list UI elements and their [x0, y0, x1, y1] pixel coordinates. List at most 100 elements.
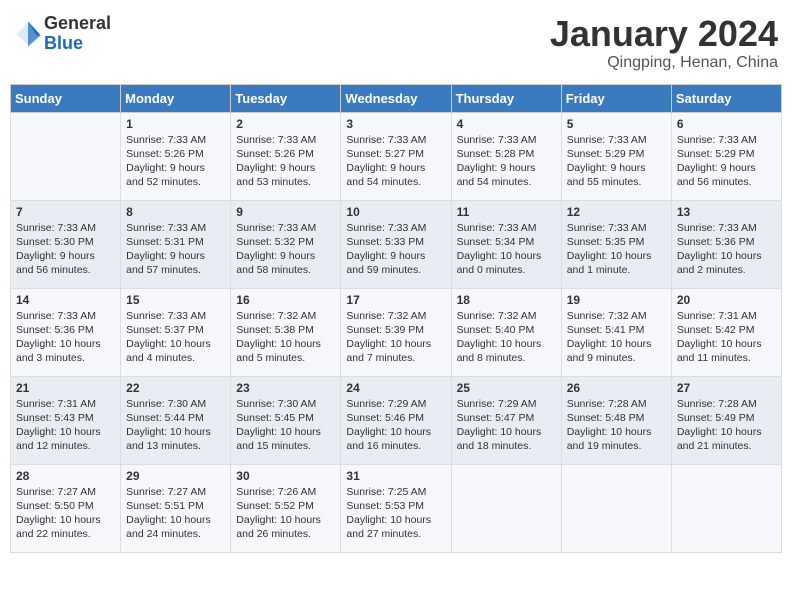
calendar-day-cell: 31 Sunrise: 7:25 AM Sunset: 5:53 PM Dayli… [341, 464, 451, 552]
day-number: 16 [236, 293, 335, 307]
weekday-header: Saturday [671, 84, 781, 112]
calendar-day-cell: 27 Sunrise: 7:28 AM Sunset: 5:49 PM Dayli… [671, 376, 781, 464]
calendar-day-cell: 13 Sunrise: 7:33 AM Sunset: 5:36 PM Dayli… [671, 200, 781, 288]
calendar-day-cell: 12 Sunrise: 7:33 AM Sunset: 5:35 PM Dayli… [561, 200, 671, 288]
day-info: Sunrise: 7:33 AM Sunset: 5:35 PM Dayligh… [567, 221, 666, 278]
day-number: 29 [126, 469, 225, 483]
day-info: Sunrise: 7:33 AM Sunset: 5:31 PM Dayligh… [126, 221, 225, 278]
day-info: Sunrise: 7:32 AM Sunset: 5:41 PM Dayligh… [567, 309, 666, 366]
day-info: Sunrise: 7:31 AM Sunset: 5:42 PM Dayligh… [677, 309, 776, 366]
calendar-day-cell: 5 Sunrise: 7:33 AM Sunset: 5:29 PM Daylig… [561, 112, 671, 200]
day-number: 14 [16, 293, 115, 307]
day-number: 5 [567, 117, 666, 131]
day-number: 22 [126, 381, 225, 395]
day-info: Sunrise: 7:28 AM Sunset: 5:49 PM Dayligh… [677, 397, 776, 454]
logo-text: General Blue [44, 14, 111, 54]
day-number: 24 [346, 381, 445, 395]
calendar-day-cell: 4 Sunrise: 7:33 AM Sunset: 5:28 PM Daylig… [451, 112, 561, 200]
day-number: 9 [236, 205, 335, 219]
calendar-day-cell: 10 Sunrise: 7:33 AM Sunset: 5:33 PM Dayli… [341, 200, 451, 288]
calendar-day-cell [561, 464, 671, 552]
title-area: January 2024 Qingping, Henan, China [550, 14, 778, 72]
calendar-day-cell: 6 Sunrise: 7:33 AM Sunset: 5:29 PM Daylig… [671, 112, 781, 200]
calendar-day-cell: 15 Sunrise: 7:33 AM Sunset: 5:37 PM Dayli… [121, 288, 231, 376]
calendar-day-cell: 29 Sunrise: 7:27 AM Sunset: 5:51 PM Dayli… [121, 464, 231, 552]
calendar-day-cell: 23Sunrise: 7:30 AM Sunset: 5:45 PM Dayli… [231, 376, 341, 464]
day-number: 3 [346, 117, 445, 131]
day-number: 15 [126, 293, 225, 307]
calendar-day-cell: 8Sunrise: 7:33 AM Sunset: 5:31 PM Daylig… [121, 200, 231, 288]
day-number: 21 [16, 381, 115, 395]
day-info: Sunrise: 7:27 AM Sunset: 5:51 PM Dayligh… [126, 485, 225, 542]
calendar-day-cell: 24Sunrise: 7:29 AM Sunset: 5:46 PM Dayli… [341, 376, 451, 464]
calendar-day-cell: 21 Sunrise: 7:31 AM Sunset: 5:43 PM Dayli… [11, 376, 121, 464]
day-info: Sunrise: 7:33 AM Sunset: 5:36 PM Dayligh… [16, 309, 115, 366]
day-number: 7 [16, 205, 115, 219]
day-info: Sunrise: 7:33 AM Sunset: 5:29 PM Dayligh… [567, 133, 666, 190]
day-info: Sunrise: 7:33 AM Sunset: 5:37 PM Dayligh… [126, 309, 225, 366]
day-info: Sunrise: 7:31 AM Sunset: 5:43 PM Dayligh… [16, 397, 115, 454]
day-info: Sunrise: 7:27 AM Sunset: 5:50 PM Dayligh… [16, 485, 115, 542]
day-number: 26 [567, 381, 666, 395]
day-info: Sunrise: 7:28 AM Sunset: 5:48 PM Dayligh… [567, 397, 666, 454]
day-info: Sunrise: 7:33 AM Sunset: 5:33 PM Dayligh… [346, 221, 445, 278]
weekday-header: Tuesday [231, 84, 341, 112]
calendar-day-cell [451, 464, 561, 552]
day-number: 17 [346, 293, 445, 307]
day-info: Sunrise: 7:33 AM Sunset: 5:34 PM Dayligh… [457, 221, 556, 278]
calendar-day-cell [671, 464, 781, 552]
day-info: Sunrise: 7:33 AM Sunset: 5:29 PM Dayligh… [677, 133, 776, 190]
day-info: Sunrise: 7:33 AM Sunset: 5:36 PM Dayligh… [677, 221, 776, 278]
calendar-day-cell: 25Sunrise: 7:29 AM Sunset: 5:47 PM Dayli… [451, 376, 561, 464]
calendar-day-cell: 9Sunrise: 7:33 AM Sunset: 5:32 PM Daylig… [231, 200, 341, 288]
day-number: 20 [677, 293, 776, 307]
calendar-day-cell: 14 Sunrise: 7:33 AM Sunset: 5:36 PM Dayli… [11, 288, 121, 376]
logo-blue-text: Blue [44, 34, 111, 54]
calendar-body: 1Sunrise: 7:33 AM Sunset: 5:26 PM Daylig… [11, 112, 782, 552]
day-number: 6 [677, 117, 776, 131]
day-number: 4 [457, 117, 556, 131]
weekday-header: Sunday [11, 84, 121, 112]
calendar-day-cell: 2Sunrise: 7:33 AM Sunset: 5:26 PM Daylig… [231, 112, 341, 200]
calendar-day-cell: 16 Sunrise: 7:32 AM Sunset: 5:38 PM Dayli… [231, 288, 341, 376]
calendar-day-cell: 18Sunrise: 7:32 AM Sunset: 5:40 PM Dayli… [451, 288, 561, 376]
day-info: Sunrise: 7:25 AM Sunset: 5:53 PM Dayligh… [346, 485, 445, 542]
calendar-day-cell: 19 Sunrise: 7:32 AM Sunset: 5:41 PM Dayli… [561, 288, 671, 376]
day-info: Sunrise: 7:33 AM Sunset: 5:27 PM Dayligh… [346, 133, 445, 190]
logo: General Blue [14, 14, 111, 54]
day-number: 11 [457, 205, 556, 219]
calendar-day-cell: 11 Sunrise: 7:33 AM Sunset: 5:34 PM Dayli… [451, 200, 561, 288]
day-number: 1 [126, 117, 225, 131]
calendar-week-row: 28 Sunrise: 7:27 AM Sunset: 5:50 PM Dayli… [11, 464, 782, 552]
month-title: January 2024 [550, 14, 778, 54]
day-info: Sunrise: 7:30 AM Sunset: 5:45 PM Dayligh… [236, 397, 335, 454]
calendar-day-cell: 30Sunrise: 7:26 AM Sunset: 5:52 PM Dayli… [231, 464, 341, 552]
day-info: Sunrise: 7:32 AM Sunset: 5:38 PM Dayligh… [236, 309, 335, 366]
calendar-day-cell: 26 Sunrise: 7:28 AM Sunset: 5:48 PM Dayli… [561, 376, 671, 464]
day-number: 31 [346, 469, 445, 483]
day-number: 12 [567, 205, 666, 219]
calendar-day-cell [11, 112, 121, 200]
day-info: Sunrise: 7:32 AM Sunset: 5:40 PM Dayligh… [457, 309, 556, 366]
calendar-day-cell: 28 Sunrise: 7:27 AM Sunset: 5:50 PM Dayli… [11, 464, 121, 552]
calendar-week-row: 7Sunrise: 7:33 AM Sunset: 5:30 PM Daylig… [11, 200, 782, 288]
day-number: 10 [346, 205, 445, 219]
day-number: 28 [16, 469, 115, 483]
day-number: 13 [677, 205, 776, 219]
day-number: 19 [567, 293, 666, 307]
calendar-day-cell: 17 Sunrise: 7:32 AM Sunset: 5:39 PM Dayli… [341, 288, 451, 376]
logo-general: General [44, 14, 111, 34]
calendar-day-cell: 7Sunrise: 7:33 AM Sunset: 5:30 PM Daylig… [11, 200, 121, 288]
calendar-day-cell: 22 Sunrise: 7:30 AM Sunset: 5:44 PM Dayli… [121, 376, 231, 464]
weekday-header: Monday [121, 84, 231, 112]
day-info: Sunrise: 7:30 AM Sunset: 5:44 PM Dayligh… [126, 397, 225, 454]
day-info: Sunrise: 7:33 AM Sunset: 5:28 PM Dayligh… [457, 133, 556, 190]
day-info: Sunrise: 7:32 AM Sunset: 5:39 PM Dayligh… [346, 309, 445, 366]
calendar-header: SundayMondayTuesdayWednesdayThursdayFrid… [11, 84, 782, 112]
weekday-row: SundayMondayTuesdayWednesdayThursdayFrid… [11, 84, 782, 112]
calendar-week-row: 1Sunrise: 7:33 AM Sunset: 5:26 PM Daylig… [11, 112, 782, 200]
calendar-week-row: 14 Sunrise: 7:33 AM Sunset: 5:36 PM Dayli… [11, 288, 782, 376]
day-number: 27 [677, 381, 776, 395]
logo-icon [14, 20, 42, 48]
weekday-header: Friday [561, 84, 671, 112]
